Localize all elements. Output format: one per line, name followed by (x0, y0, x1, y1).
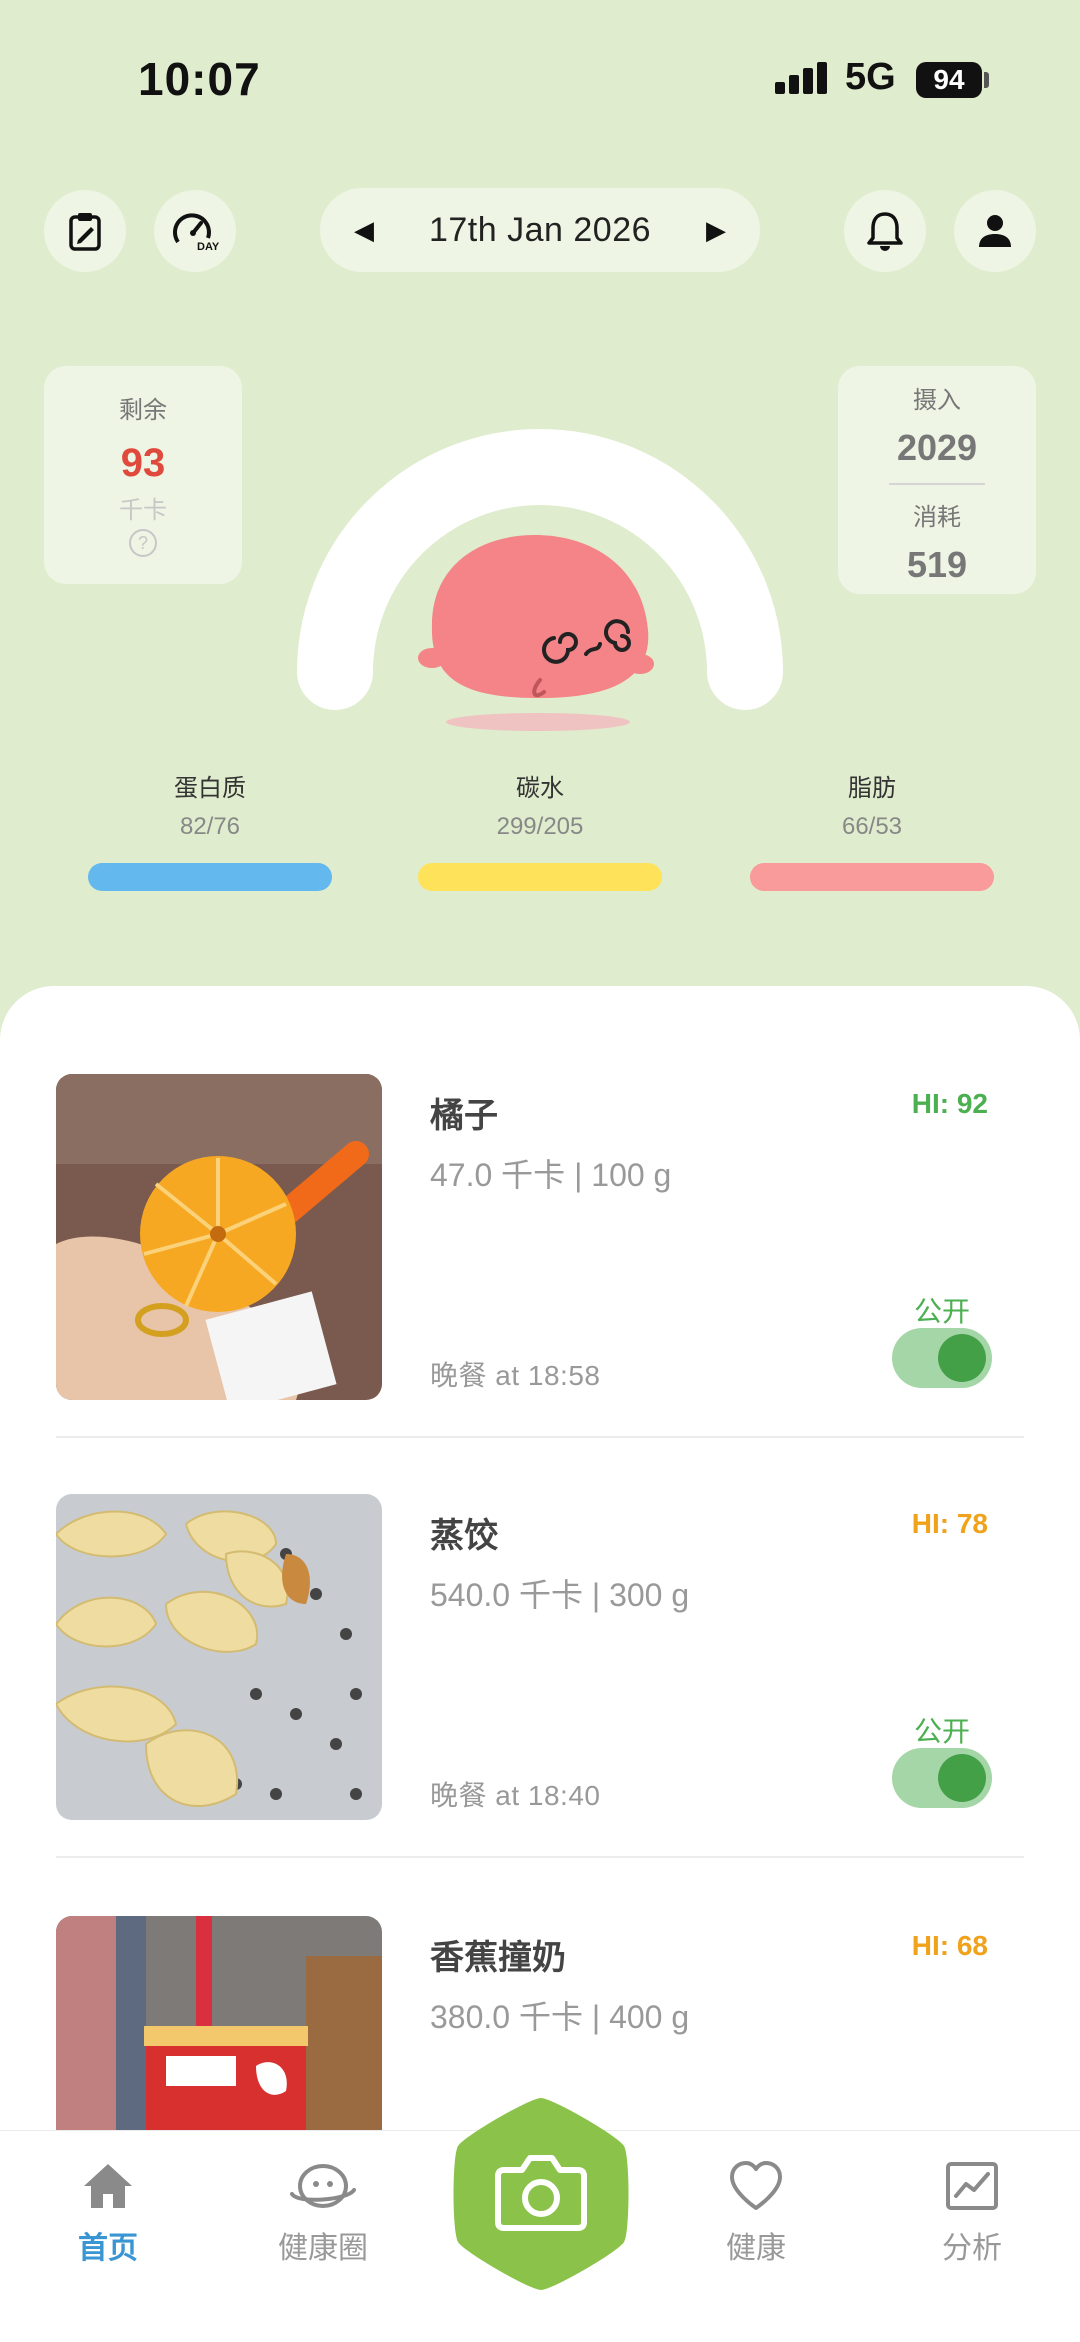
macro-carbs-label: 碳水 (516, 775, 564, 802)
macro-carbs-bar (418, 863, 662, 891)
tab-analysis[interactable]: 分析 (892, 2160, 1052, 2267)
meal-name: 香蕉撞奶 (430, 1939, 566, 1977)
date-selector: ◀ 17th Jan 2026 ▶ (320, 188, 760, 272)
meal-name: 橘子 (430, 1097, 498, 1135)
macro-carbs: 碳水 299/205 (418, 768, 662, 891)
meal-photo[interactable] (56, 1916, 382, 2130)
notifications-button[interactable] (844, 190, 926, 272)
dumplings-photo-icon (56, 1494, 382, 1820)
tab-community-label: 健康圈 (278, 2232, 368, 2265)
meal-photo[interactable] (56, 1074, 382, 1400)
current-date[interactable]: 17th Jan 2026 (429, 211, 651, 250)
orange-photo-icon (56, 1074, 382, 1400)
day-gauge-icon: DAY (172, 213, 220, 253)
heart-icon (730, 2161, 782, 2210)
tab-analysis-label: 分析 (942, 2232, 1002, 2265)
macro-protein-value: 82/76 (179, 813, 241, 840)
list-divider (56, 1436, 1024, 1438)
public-toggle[interactable] (892, 1748, 992, 1808)
home-icon (84, 2164, 132, 2208)
tab-community[interactable]: 健康圈 (243, 2160, 403, 2267)
macro-fat-value: 66/53 (841, 813, 903, 840)
meal-time: 晚餐 at 18:40 (430, 1780, 601, 1811)
public-toggle[interactable] (892, 1328, 992, 1388)
bell-icon (867, 212, 903, 251)
meal-photo[interactable] (56, 1494, 382, 1820)
meal-calories: 47.0 千卡 | 100 g (430, 1157, 672, 1193)
health-index: HI: 68 (911, 1930, 988, 1961)
clipboard-edit-icon (69, 213, 101, 251)
chart-icon (946, 2162, 998, 2210)
remaining-label: 剩余 (119, 397, 167, 424)
tab-health-label: 健康 (726, 2232, 786, 2265)
battery-icon: 94 (916, 62, 982, 98)
burned-value: 519 (906, 544, 968, 585)
macro-protein-bar (88, 863, 332, 891)
intake-label: 摄入 (913, 387, 961, 414)
macro-fat: 脂肪 66/53 (750, 768, 994, 891)
diary-edit-button[interactable] (44, 190, 126, 272)
camera-button[interactable] (452, 2096, 630, 2292)
macro-protein: 蛋白质 82/76 (88, 768, 332, 891)
caret-left-icon[interactable]: ◀ (354, 215, 374, 246)
tab-health[interactable]: 健康 (676, 2160, 836, 2267)
macro-fat-label: 脂肪 (848, 775, 896, 802)
intake-burned-card: 摄入 2029 消耗 519 (838, 366, 1036, 594)
caret-right-icon[interactable]: ▶ (706, 215, 726, 246)
meal-time: 晚餐 at 18:58 (430, 1360, 601, 1391)
health-index: HI: 78 (911, 1508, 988, 1539)
user-icon (979, 215, 1011, 247)
tab-home-label: 首页 (78, 2232, 138, 2265)
remaining-value: 93 (120, 441, 166, 485)
macro-fat-bar (750, 863, 994, 891)
profile-button[interactable] (954, 190, 1036, 272)
network-label: 5G (845, 56, 896, 98)
toggle-knob (938, 1334, 986, 1382)
meal-calories: 540.0 千卡 | 300 g (430, 1577, 690, 1613)
toggle-knob (938, 1754, 986, 1802)
battery-tip (984, 72, 989, 88)
planet-icon (290, 2164, 356, 2208)
status-time: 10:07 (138, 53, 261, 105)
health-index: HI: 92 (911, 1088, 988, 1119)
signal-icon (775, 62, 827, 94)
burned-label: 消耗 (913, 504, 961, 531)
list-divider (56, 1856, 1024, 1858)
stats-divider (889, 483, 985, 485)
mascot-blob-icon (418, 535, 654, 731)
svg-text:DAY: DAY (197, 241, 220, 253)
intake-value: 2029 (896, 427, 978, 468)
meal-calories: 380.0 千卡 | 400 g (430, 1999, 690, 2035)
remaining-unit: 千卡 (119, 497, 167, 524)
public-label: 公开 (913, 1296, 970, 1327)
help-icon[interactable]: ? (129, 529, 157, 557)
remaining-calories-card[interactable]: 剩余 93 千卡 ? (44, 366, 242, 584)
meal-name: 蒸饺 (430, 1517, 498, 1555)
tab-home[interactable]: 首页 (28, 2160, 188, 2267)
public-label: 公开 (913, 1716, 970, 1747)
day-timer-button[interactable]: DAY (154, 190, 236, 272)
milk-tea-photo-icon (56, 1916, 382, 2130)
macro-carbs-value: 299/205 (496, 813, 584, 840)
macro-protein-label: 蛋白质 (174, 775, 246, 802)
